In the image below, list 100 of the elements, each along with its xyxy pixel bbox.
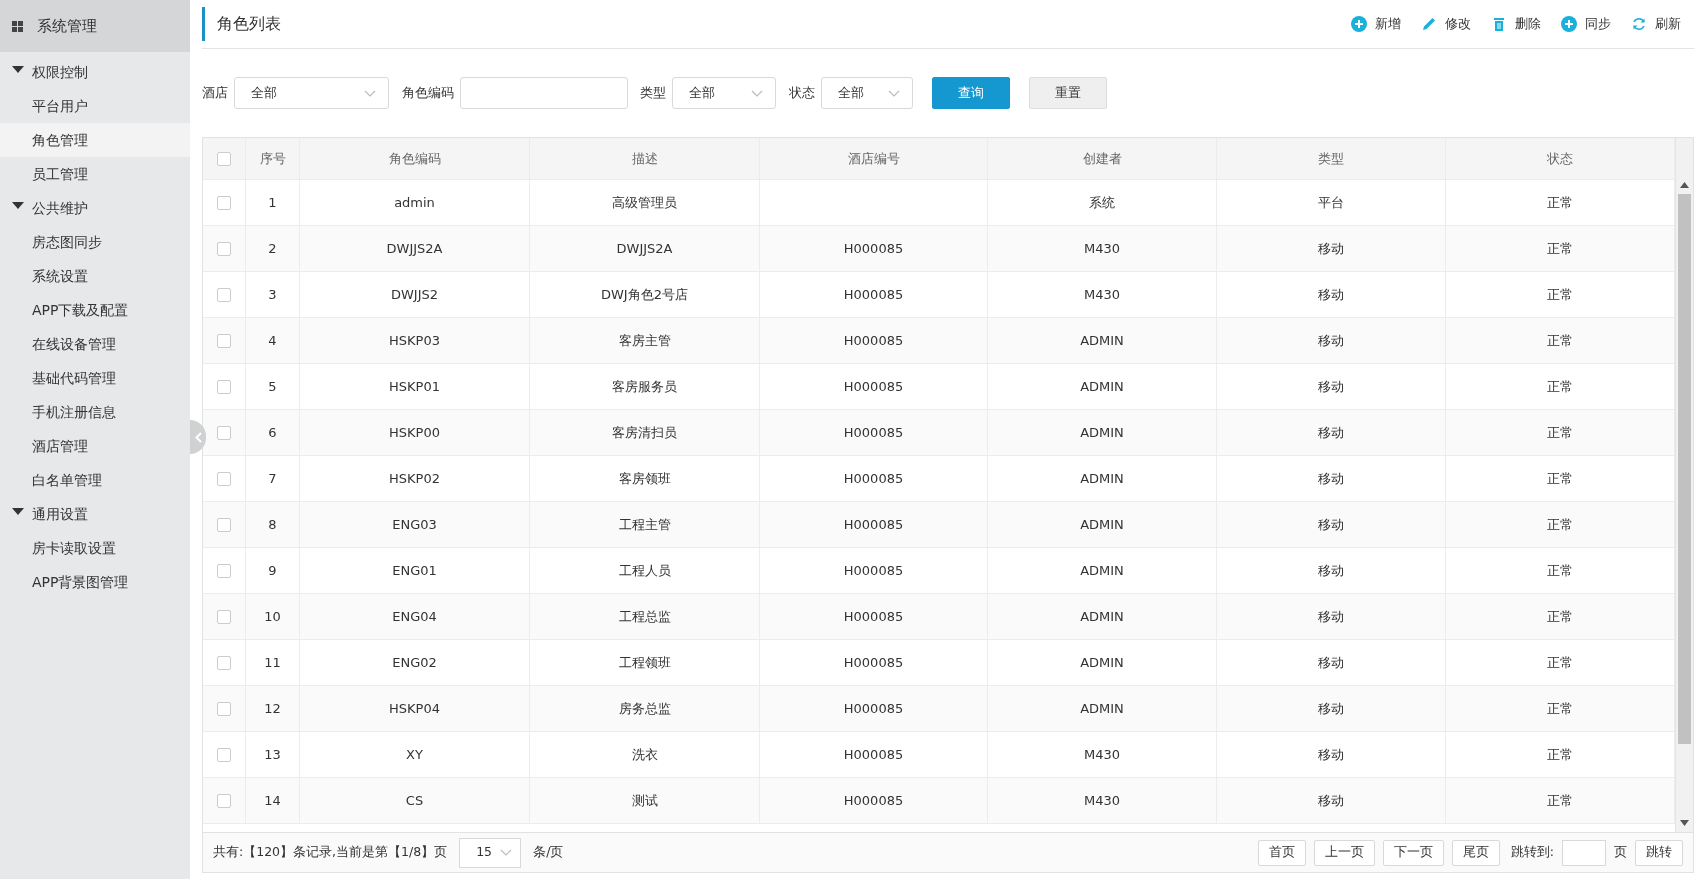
checkbox[interactable] xyxy=(217,471,231,486)
table-cell-text: ADMIN xyxy=(1080,515,1124,534)
table-cell-text: 正常 xyxy=(1547,423,1573,442)
collapse-handle[interactable] xyxy=(190,420,206,454)
checkbox[interactable] xyxy=(217,563,231,578)
scroll-up-arrow-icon[interactable] xyxy=(1680,182,1689,188)
page-size-select[interactable]: 15 xyxy=(459,837,522,868)
table-cell-text: HSKP01 xyxy=(389,377,440,396)
table-cell-text: DWJJS2A xyxy=(616,239,673,258)
table-cell-text: 移动 xyxy=(1318,285,1344,304)
table-cell-text: 洗衣 xyxy=(631,745,658,764)
table-cell-text: 正常 xyxy=(1547,653,1573,672)
table-cell-text: H000085 xyxy=(843,607,904,626)
checkbox[interactable] xyxy=(217,517,231,532)
table-cell-text: 移动 xyxy=(1318,469,1344,488)
toolbar-button[interactable]: 新增 xyxy=(1340,14,1411,34)
sidebar-item[interactable]: 手机注册信息 xyxy=(0,395,190,430)
jump-label: 跳转到: xyxy=(1510,843,1554,862)
sidebar-item[interactable]: 角色管理 xyxy=(0,123,190,158)
table-cell-text: H000085 xyxy=(843,331,904,350)
sidebar-item[interactable]: 系统设置 xyxy=(0,259,190,294)
scrollbar[interactable] xyxy=(1675,138,1693,832)
checkbox[interactable] xyxy=(217,195,231,210)
table-cell-text: 正常 xyxy=(1547,469,1573,488)
refresh-icon xyxy=(1630,16,1647,32)
select-field[interactable]: 全部 xyxy=(820,77,913,109)
checkbox[interactable] xyxy=(217,287,231,302)
sidebar-item[interactable]: 房态图同步 xyxy=(0,225,190,260)
table-cell-text: 6 xyxy=(268,423,277,442)
sidebar-item[interactable]: 基础代码管理 xyxy=(0,361,190,396)
table-cell-text: 客房服务员 xyxy=(612,377,677,396)
table-cell-text: 移动 xyxy=(1318,699,1344,718)
page-button[interactable]: 首页 xyxy=(1257,839,1306,866)
sidebar-group[interactable]: 公共维护 xyxy=(0,191,190,226)
table-cell-text: ADMIN xyxy=(1080,377,1124,396)
sidebar-item[interactable]: 房卡读取设置 xyxy=(0,531,190,566)
checkbox[interactable] xyxy=(217,701,231,716)
table-cell-text: H000085 xyxy=(843,377,904,396)
scrollbar-thumb[interactable] xyxy=(1678,194,1691,744)
table-cell-text: ADMIN xyxy=(1080,561,1124,580)
scroll-down-arrow-icon[interactable] xyxy=(1680,820,1689,826)
table-cell-text: 5 xyxy=(268,377,277,396)
checkbox[interactable] xyxy=(217,793,231,808)
table-cell-text: ADMIN xyxy=(1080,423,1124,442)
table-cell-text: HSKP02 xyxy=(389,469,440,488)
table-cell-text: 正常 xyxy=(1547,607,1573,626)
select-field[interactable]: 全部 xyxy=(234,77,389,109)
table-cell-text: 3 xyxy=(268,285,277,304)
toolbar-button[interactable]: 删除 xyxy=(1480,14,1551,34)
table-cell-text: ADMIN xyxy=(1080,607,1124,626)
sidebar-item[interactable]: 平台用户 xyxy=(0,89,190,124)
table-cell-text: 7 xyxy=(268,469,277,488)
toolbar-button[interactable]: 修改 xyxy=(1410,14,1481,34)
table-cell-text: 测试 xyxy=(631,791,658,810)
table-cell-text: 正常 xyxy=(1547,515,1573,534)
checkbox[interactable] xyxy=(217,379,231,394)
table-cell-text: H000085 xyxy=(843,515,904,534)
checkbox[interactable] xyxy=(217,655,231,670)
checkbox[interactable] xyxy=(217,747,231,762)
column-header: 酒店编号 xyxy=(760,138,988,179)
sidebar-item[interactable]: 酒店管理 xyxy=(0,429,190,464)
sidebar-group[interactable]: 权限控制 xyxy=(0,55,190,90)
table-cell-text: HSKP03 xyxy=(389,331,440,350)
jump-button[interactable]: 跳转 xyxy=(1635,839,1683,866)
chevron-down-icon xyxy=(500,849,513,856)
sidebar-group[interactable]: 通用设置 xyxy=(0,497,190,532)
page-number-field[interactable] xyxy=(1562,839,1606,866)
checkbox[interactable] xyxy=(217,241,231,256)
page-button[interactable]: 下一页 xyxy=(1382,839,1444,866)
filter-label: 角色编码 xyxy=(401,84,454,103)
table-cell-text: DWJJS2A xyxy=(386,239,443,258)
page-button[interactable]: 上一页 xyxy=(1313,839,1375,866)
page-button[interactable]: 尾页 xyxy=(1451,839,1500,866)
checkbox[interactable] xyxy=(217,333,231,348)
sidebar-item[interactable]: 员工管理 xyxy=(0,157,190,192)
checkbox[interactable] xyxy=(217,609,231,624)
table-cell-text: 正常 xyxy=(1547,699,1573,718)
sidebar-item[interactable]: 在线设备管理 xyxy=(0,327,190,362)
table-cell-text: ENG02 xyxy=(392,653,437,672)
select-field[interactable]: 全部 xyxy=(672,77,776,109)
jump-unit: 页 xyxy=(1614,843,1627,862)
text-field[interactable] xyxy=(459,77,628,109)
page-size-unit: 条/页 xyxy=(533,843,564,862)
toolbar-button[interactable]: 同步 xyxy=(1550,14,1621,34)
table-cell-text: H000085 xyxy=(843,653,904,672)
sidebar-item[interactable]: APP背景图管理 xyxy=(0,565,190,600)
table-cell-text: 移动 xyxy=(1318,791,1344,810)
sidebar-item[interactable]: APP下载及配置 xyxy=(0,293,190,328)
table-cell-text: 客房清扫员 xyxy=(612,423,677,442)
table-cell-text: CS xyxy=(405,791,424,810)
table-cell-text: HSKP00 xyxy=(389,423,440,442)
toolbar-button[interactable]: 刷新 xyxy=(1620,14,1691,34)
checkbox[interactable] xyxy=(217,151,231,166)
table-cell-text: 正常 xyxy=(1547,193,1573,212)
group-label: 通用设置 xyxy=(32,504,88,524)
table-cell-text: M430 xyxy=(1084,239,1120,258)
checkbox[interactable] xyxy=(217,425,231,440)
column-header: 角色编码 xyxy=(300,138,530,179)
sidebar-item[interactable]: 白名单管理 xyxy=(0,463,190,498)
reset-button[interactable]: 重置 xyxy=(1028,77,1107,109)
